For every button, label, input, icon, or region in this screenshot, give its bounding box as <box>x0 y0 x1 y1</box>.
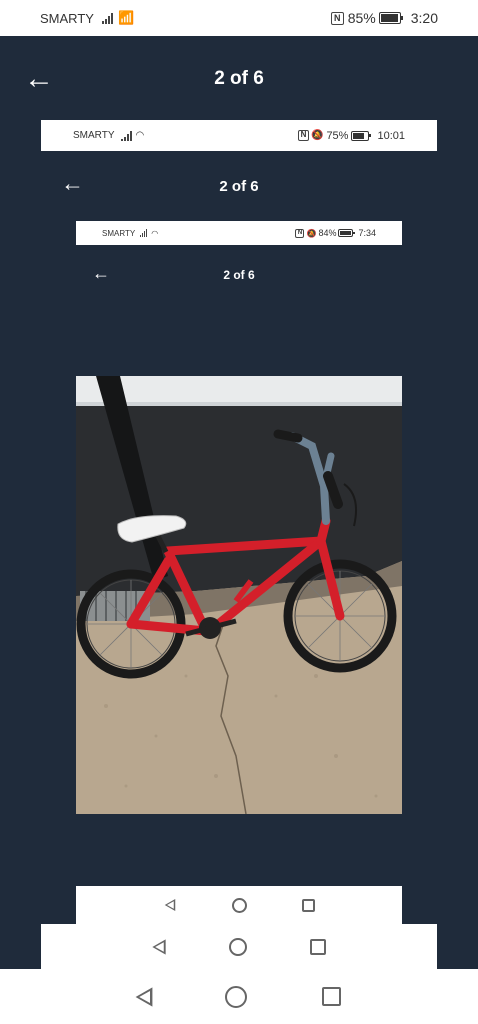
clock: 3:20 <box>410 10 438 26</box>
wifi-icon: 📶 <box>117 10 135 25</box>
status-bar-nested: SMARTY ◠ N 🔕 75% 10:01 <box>41 120 437 151</box>
nav-home-icon[interactable] <box>228 937 247 956</box>
nfc-icon: N <box>295 228 305 238</box>
nav-bar <box>0 969 478 1024</box>
carrier-label-nested: SMARTY <box>73 130 115 141</box>
mute-icon: 🔕 <box>306 228 317 238</box>
nav-back-icon[interactable] <box>152 938 166 955</box>
battery-icon <box>378 12 403 24</box>
nav-recents-icon[interactable] <box>309 938 326 955</box>
back-arrow-icon[interactable]: ← <box>24 64 54 94</box>
nav-home-icon[interactable] <box>231 897 247 913</box>
nav-recents-icon[interactable] <box>321 987 341 1006</box>
mute-icon: 🔕 <box>310 130 324 141</box>
nav-recents-icon[interactable] <box>301 898 315 912</box>
nfc-icon: N <box>297 130 309 141</box>
battery-icon <box>351 130 372 141</box>
bike-image <box>76 376 402 814</box>
page-title: 2 of 6 <box>214 68 264 89</box>
battery-percent: 85% <box>347 10 376 26</box>
back-arrow-icon[interactable]: ← <box>61 172 84 195</box>
clock-nested: 10:01 <box>377 129 405 142</box>
carrier-label: SMARTY <box>40 10 94 26</box>
clock-nested-2: 7:34 <box>358 228 376 238</box>
battery-icon <box>338 229 356 237</box>
wifi-icon: ◠ <box>135 130 145 141</box>
nfc-icon: N <box>330 11 344 25</box>
signal-icon <box>101 12 114 24</box>
carrier-label-nested-2: SMARTY <box>102 228 136 238</box>
battery-percent-nested-2: 84% <box>318 228 337 238</box>
status-bar-nested-2: SMARTY ◠ N 🔕 84% 7:34 <box>76 221 402 245</box>
signal-icon <box>120 130 133 141</box>
back-arrow-icon[interactable]: ← <box>92 264 110 282</box>
page-title-nested-2: 2 of 6 <box>223 268 255 282</box>
nav-back-icon[interactable] <box>135 986 153 1007</box>
nav-bar-nested <box>41 924 437 969</box>
signal-icon <box>140 229 148 237</box>
nav-bar-nested-2 <box>76 886 402 924</box>
battery-percent-nested: 75% <box>326 129 349 142</box>
wifi-icon: ◠ <box>151 228 159 238</box>
nav-back-icon[interactable] <box>165 899 176 911</box>
nav-home-icon[interactable] <box>225 985 248 1008</box>
bike-photo[interactable] <box>76 376 402 814</box>
status-bar: SMARTY 📶 N 85% 3:20 <box>0 0 478 36</box>
page-title-nested: 2 of 6 <box>219 178 259 195</box>
